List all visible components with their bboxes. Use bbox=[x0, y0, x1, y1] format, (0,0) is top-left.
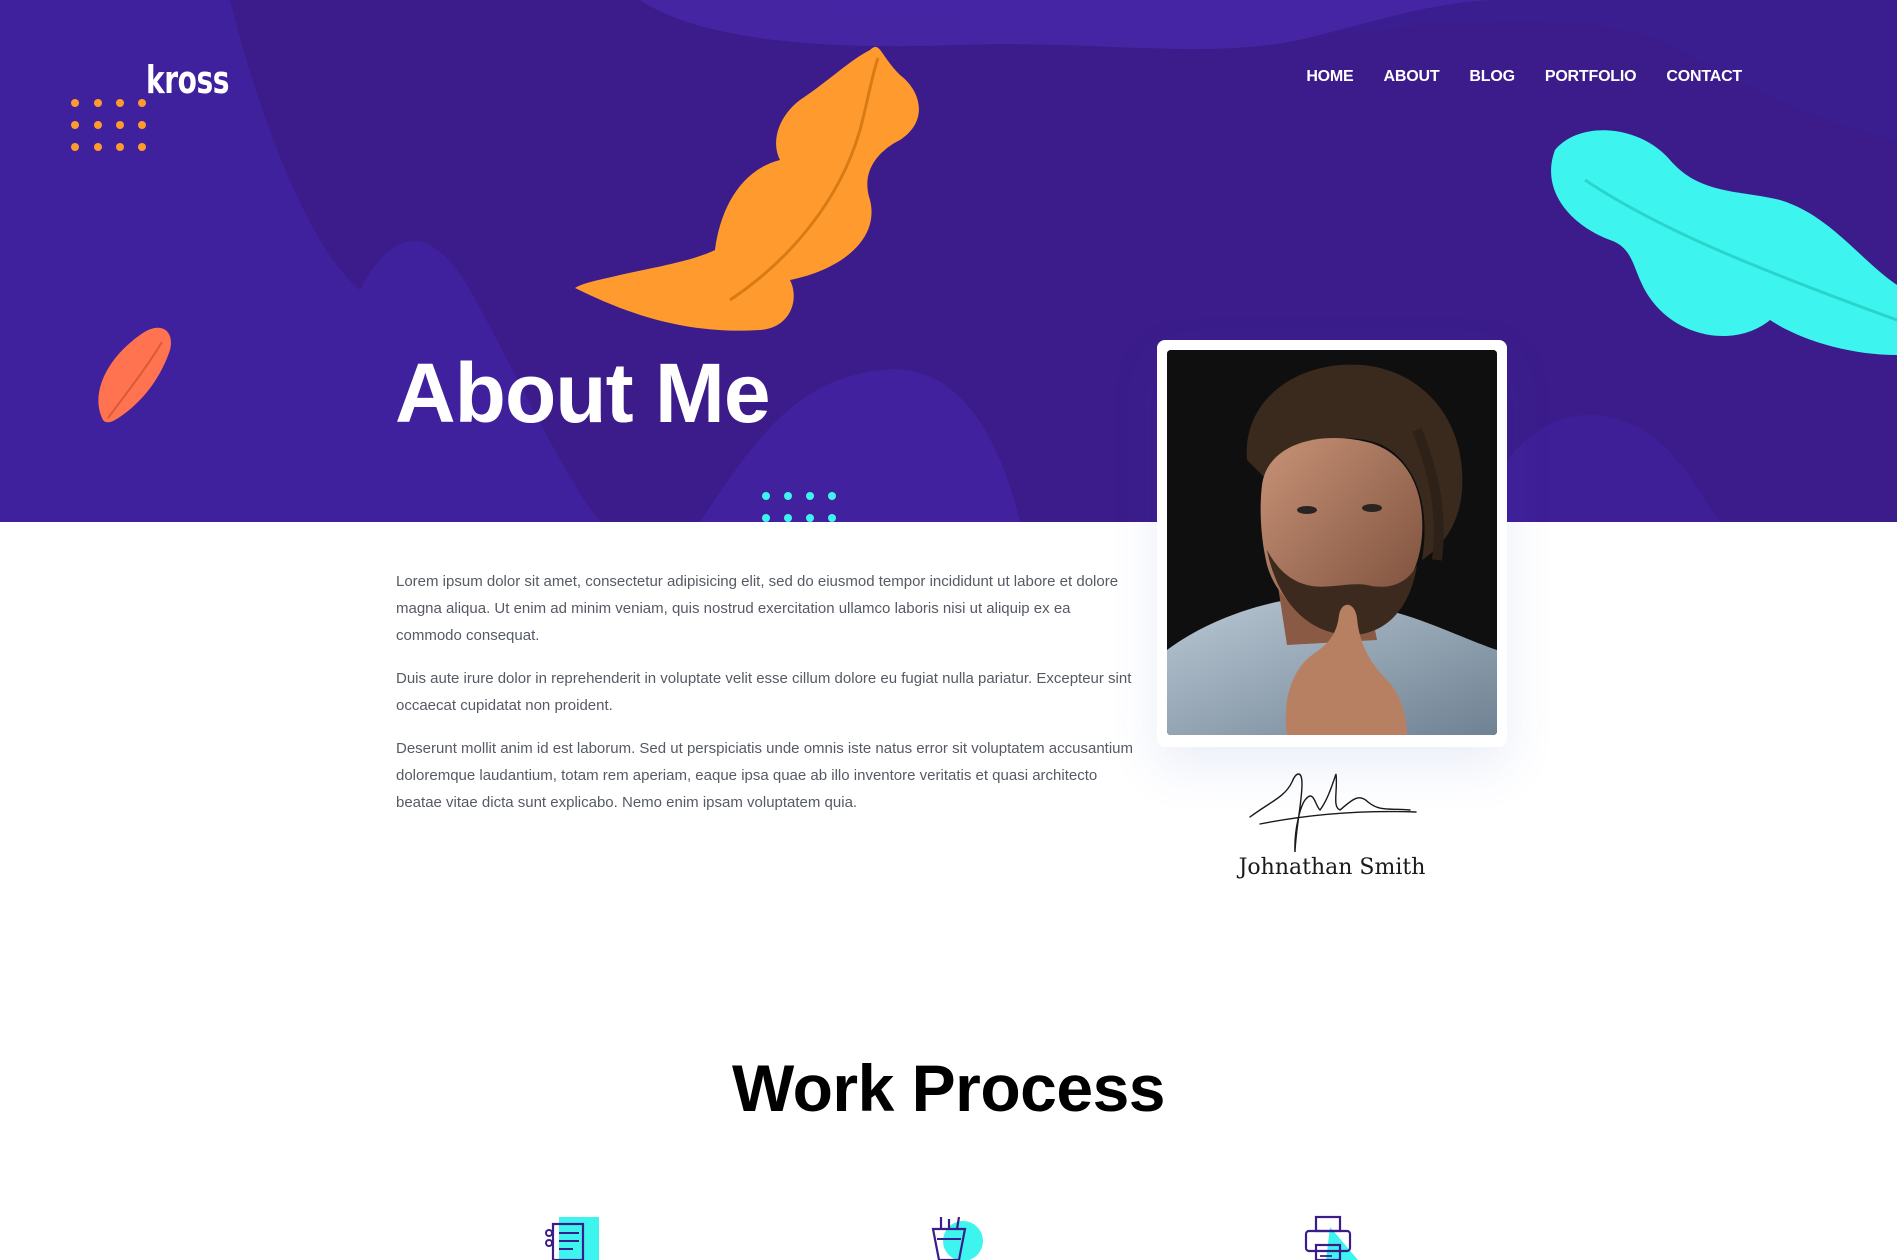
printer-icon bbox=[1304, 1215, 1358, 1260]
about-bio: Lorem ipsum dolor sit amet, consectetur … bbox=[396, 568, 1136, 832]
cyan-leaf-decoration bbox=[1551, 130, 1897, 355]
nav-item-portfolio[interactable]: PORTFOLIO bbox=[1545, 68, 1637, 86]
pencil-cup-icon bbox=[931, 1216, 983, 1260]
work-process-title: Work Process bbox=[732, 1051, 1166, 1125]
bio-paragraph: Duis aute irure dolor in reprehenderit i… bbox=[396, 670, 1132, 714]
nav-item-contact[interactable]: CONTACT bbox=[1666, 68, 1742, 86]
signature-name: Johnathan Smith bbox=[1238, 855, 1426, 880]
page-title: About Me bbox=[395, 346, 771, 440]
bio-paragraph: Deserunt mollit anim id est laborum. Sed… bbox=[396, 740, 1133, 811]
handwritten-signature bbox=[1249, 773, 1417, 853]
checklist-icon bbox=[545, 1217, 599, 1260]
nav-item-home[interactable]: HOME bbox=[1306, 68, 1353, 86]
bio-paragraph: Lorem ipsum dolor sit amet, consectetur … bbox=[396, 573, 1119, 644]
profile-photo-card bbox=[1157, 340, 1507, 747]
brand-logo[interactable]: kross bbox=[146, 58, 229, 102]
profile-photo bbox=[1167, 350, 1497, 735]
main-nav: HOME ABOUT BLOG PORTFOLIO CONTACT bbox=[1306, 68, 1742, 86]
orange-dot-pattern bbox=[71, 99, 146, 151]
hero-section: kross HOME ABOUT BLOG PORTFOLIO CONTACT … bbox=[0, 0, 1897, 522]
nav-item-about[interactable]: ABOUT bbox=[1384, 68, 1440, 86]
nav-item-blog[interactable]: BLOG bbox=[1469, 68, 1515, 86]
